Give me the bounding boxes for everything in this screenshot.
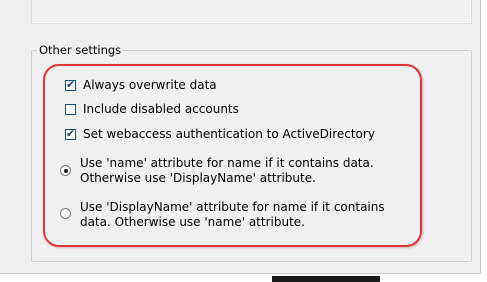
use-name-label-line1: Use 'name' attribute for name if it cont… <box>80 156 374 170</box>
use-displayname-radio[interactable] <box>60 208 71 219</box>
checkmark-icon: ✔ <box>66 127 76 140</box>
other-settings-title: Other settings <box>37 43 124 57</box>
use-name-radio-option[interactable]: Use 'name' attribute for name if it cont… <box>60 156 374 186</box>
window-bottom-edge <box>0 273 481 282</box>
use-displayname-label-line2: data. Otherwise use 'name' attribute. <box>80 215 305 229</box>
include-disabled-label: Include disabled accounts <box>83 102 239 116</box>
use-name-label: Use 'name' attribute for name if it cont… <box>80 156 374 186</box>
use-displayname-label-line1: Use 'DisplayName' attribute for name if … <box>80 200 385 214</box>
webaccess-auth-label: Set webaccess authentication to ActiveDi… <box>83 127 375 141</box>
always-overwrite-option[interactable]: ✔ Always overwrite data <box>65 78 217 93</box>
use-name-label-line2: Otherwise use 'DisplayName' attribute. <box>80 171 316 185</box>
webaccess-auth-checkbox[interactable]: ✔ <box>65 127 76 140</box>
settings-dialog: Other settings ✔ Always overwrite data I… <box>0 0 487 282</box>
checkmark-icon: ✔ <box>66 78 76 91</box>
bottom-dark-bar <box>272 276 380 282</box>
use-displayname-label: Use 'DisplayName' attribute for name if … <box>80 200 385 230</box>
use-displayname-radio-option[interactable]: Use 'DisplayName' attribute for name if … <box>60 200 385 230</box>
always-overwrite-checkbox[interactable]: ✔ <box>65 78 76 91</box>
always-overwrite-label: Always overwrite data <box>83 78 217 92</box>
include-disabled-checkbox[interactable] <box>65 104 76 115</box>
use-name-radio[interactable] <box>60 165 71 176</box>
webaccess-auth-option[interactable]: ✔ Set webaccess authentication to Active… <box>65 127 375 142</box>
top-groupbox <box>31 0 472 24</box>
window-right-edge <box>480 0 487 282</box>
radio-selected-dot-icon <box>63 168 68 173</box>
include-disabled-option[interactable]: Include disabled accounts <box>65 102 239 117</box>
